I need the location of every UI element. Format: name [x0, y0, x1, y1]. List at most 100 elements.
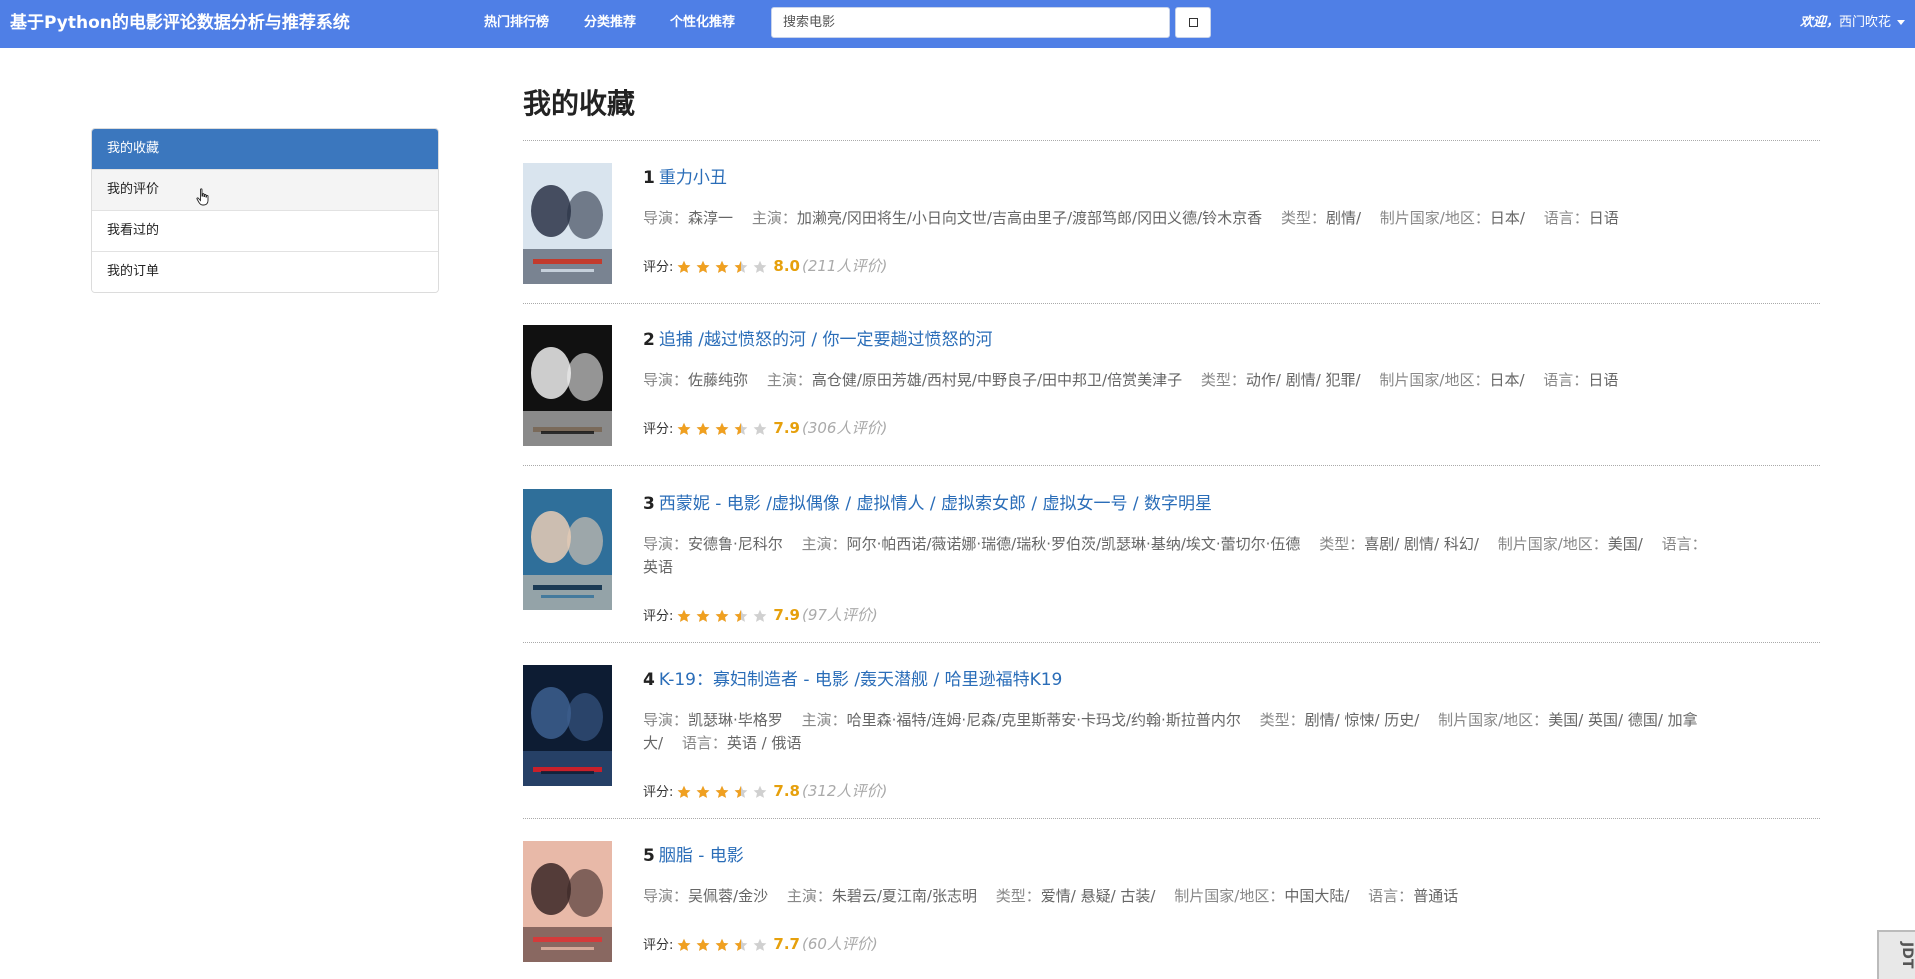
- director-value: 吴佩蓉/金沙: [688, 887, 769, 905]
- director-value: 安德鲁·尼科尔: [688, 535, 783, 553]
- chevron-down-icon: [1897, 20, 1905, 25]
- genre-label: 类型：: [1319, 535, 1365, 553]
- search-button[interactable]: [1175, 7, 1211, 38]
- actors-label: 主演：: [766, 371, 812, 389]
- actors-label: 主演：: [751, 209, 797, 227]
- star-icon: [734, 422, 748, 435]
- movie-title: 4 K-19：寡妇制造者 - 电影 /轰天潜舰 / 哈里逊福特K19: [643, 665, 1062, 690]
- star-icon: [753, 260, 767, 273]
- rating-label: 评分:: [643, 260, 674, 275]
- hand-cursor-icon: [196, 188, 209, 206]
- rating-score: 7.9: [773, 606, 800, 624]
- region-value: 美国/: [1607, 535, 1643, 553]
- star-icon: [696, 422, 710, 435]
- star-rating: [677, 609, 767, 622]
- actors-label: 主演：: [786, 887, 832, 905]
- sidebar-item-label: 我的评价: [107, 182, 160, 197]
- movie-rating: 评分: 7.9 (97人评价): [643, 604, 878, 627]
- star-icon: [753, 609, 767, 622]
- director-label: 导演：: [643, 371, 689, 389]
- actors-label: 主演：: [801, 711, 847, 729]
- actors-label: 主演：: [801, 535, 847, 553]
- star-icon: [677, 938, 691, 951]
- movie-rating: 评分: 7.9 (306人评价): [643, 417, 887, 440]
- movie-rank: 4: [643, 670, 655, 690]
- director-label: 导演：: [643, 887, 689, 905]
- star-icon: [696, 938, 710, 951]
- region-value: 日本/: [1489, 371, 1525, 389]
- rating-score: 7.9: [773, 419, 800, 437]
- star-rating: [677, 260, 767, 273]
- star-rating: [677, 422, 767, 435]
- nav-personal-recommend[interactable]: 个性化推荐: [670, 0, 735, 46]
- movie-poster[interactable]: [523, 325, 612, 446]
- sidebar-item-watched[interactable]: 我看过的: [92, 210, 438, 251]
- star-icon: [715, 422, 729, 435]
- star-icon: [753, 785, 767, 798]
- actors-value: 阿尔·帕西诺/薇诺娜·瑞德/瑞秋·罗伯茨/凯瑟琳·基纳/埃文·蕾切尔·伍德: [846, 535, 1301, 553]
- corner-watermark: JDT: [1877, 930, 1915, 979]
- star-rating: [677, 785, 767, 798]
- movie-rank: 2: [643, 330, 655, 350]
- rating-label: 评分:: [643, 938, 674, 953]
- sidebar-item-reviews[interactable]: 我的评价: [92, 169, 438, 210]
- movie-divider: [523, 642, 1820, 643]
- username: 西门吹花: [1838, 15, 1891, 30]
- rating-votes: (306人评价): [801, 419, 888, 437]
- movie-rating: 评分: 7.7 (60人评价): [643, 933, 878, 956]
- star-icon: [715, 260, 729, 273]
- welcome-label: 欢迎，: [1799, 15, 1839, 30]
- movie-poster[interactable]: [523, 665, 612, 786]
- movie-rank: 3: [643, 494, 655, 514]
- search-input[interactable]: [771, 7, 1170, 38]
- movie-title-link[interactable]: 胭脂 - 电影: [659, 846, 744, 866]
- star-rating: [677, 938, 767, 951]
- star-icon: [696, 609, 710, 622]
- star-icon: [734, 609, 748, 622]
- star-icon: [753, 938, 767, 951]
- sidebar-item-favorites[interactable]: 我的收藏: [92, 129, 438, 169]
- rating-label: 评分:: [643, 785, 674, 800]
- genre-value: 剧情/: [1325, 209, 1362, 227]
- movie-info: 导演：凯瑟琳·毕格罗 主演：哈里森·福特/连姆·尼森/克里斯蒂安·卡玛戈/约翰·…: [643, 709, 1708, 755]
- language-label: 语言：: [1368, 887, 1414, 905]
- rating-score: 7.8: [773, 782, 800, 800]
- movie-poster[interactable]: [523, 163, 612, 284]
- language-value: 英语: [643, 558, 674, 576]
- director-value: 凯瑟琳·毕格罗: [688, 711, 783, 729]
- nav-hot-ranking[interactable]: 热门排行榜: [484, 0, 549, 46]
- movie-rating: 评分: 8.0 (211人评价): [643, 255, 887, 278]
- nav-category-recommend[interactable]: 分类推荐: [584, 0, 636, 46]
- rating-votes: (97人评价): [801, 606, 878, 624]
- site-brand[interactable]: 基于Python的电影评论数据分析与推荐系统: [10, 0, 350, 46]
- genre-label: 类型：: [1200, 371, 1246, 389]
- movie-info: 导演：安德鲁·尼科尔 主演：阿尔·帕西诺/薇诺娜·瑞德/瑞秋·罗伯茨/凯瑟琳·基…: [643, 533, 1708, 579]
- rating-votes: (312人评价): [801, 782, 888, 800]
- movie-poster[interactable]: [523, 489, 612, 610]
- movie-rank: 1: [643, 168, 655, 188]
- movie-title-link[interactable]: 重力小丑: [659, 168, 727, 188]
- region-value: 中国大陆/: [1284, 887, 1350, 905]
- director-label: 导演：: [643, 209, 689, 227]
- user-menu[interactable]: 欢迎，西门吹花: [1800, 0, 1905, 46]
- star-icon: [715, 938, 729, 951]
- language-label: 语言：: [1543, 371, 1589, 389]
- search-icon: [1188, 18, 1198, 27]
- genre-value: 动作/ 剧情/ 犯罪/: [1245, 371, 1361, 389]
- movie-title-link[interactable]: K-19：寡妇制造者 - 电影 /轰天潜舰 / 哈里逊福特K19: [659, 670, 1063, 690]
- region-label: 制片国家/地区：: [1497, 535, 1608, 553]
- movie-divider: [523, 465, 1820, 466]
- language-value: 日语: [1588, 209, 1619, 227]
- movie-title-link[interactable]: 追捕 /越过愤怒的河 / 你一定要趟过愤怒的河: [659, 330, 993, 350]
- language-value: 日语: [1588, 371, 1619, 389]
- actors-value: 加濑亮/冈田将生/小日向文世/吉高由里子/渡部笃郎/冈田义德/铃木京香: [796, 209, 1263, 227]
- movie-divider: [523, 303, 1820, 304]
- sidebar-item-orders[interactable]: 我的订单: [92, 251, 438, 292]
- user-sidebar: 我的收藏 我的评价 我看过的 我的订单: [91, 128, 439, 293]
- movie-rank: 5: [643, 846, 655, 866]
- genre-label: 类型：: [995, 887, 1041, 905]
- movie-poster[interactable]: [523, 841, 612, 962]
- language-label: 语言：: [1543, 209, 1589, 227]
- movie-title-link[interactable]: 西蒙妮 - 电影 /虚拟偶像 / 虚拟情人 / 虚拟索女郎 / 虚拟女一号 / …: [659, 494, 1212, 514]
- star-icon: [715, 609, 729, 622]
